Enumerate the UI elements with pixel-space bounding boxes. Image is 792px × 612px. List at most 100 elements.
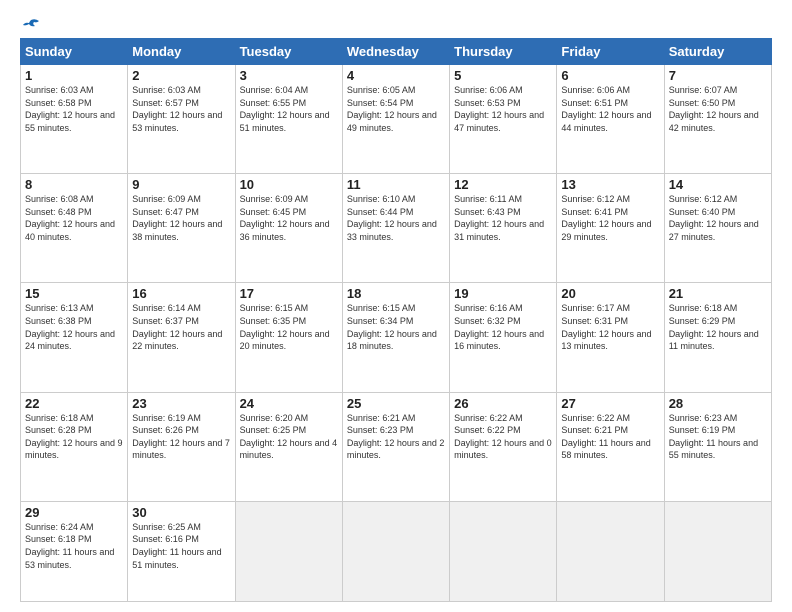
table-row: 6 Sunrise: 6:06 AMSunset: 6:51 PMDayligh…: [557, 65, 664, 174]
day-number: 9: [132, 177, 230, 192]
day-info: Sunrise: 6:22 AMSunset: 6:22 PMDaylight:…: [454, 413, 552, 461]
day-number: 30: [132, 505, 230, 520]
table-row: 4 Sunrise: 6:05 AMSunset: 6:54 PMDayligh…: [342, 65, 449, 174]
day-number: 22: [25, 396, 123, 411]
day-info: Sunrise: 6:16 AMSunset: 6:32 PMDaylight:…: [454, 303, 544, 351]
table-row: 13 Sunrise: 6:12 AMSunset: 6:41 PMDaylig…: [557, 174, 664, 283]
table-row: [235, 501, 342, 601]
day-number: 2: [132, 68, 230, 83]
day-info: Sunrise: 6:12 AMSunset: 6:40 PMDaylight:…: [669, 194, 759, 242]
day-info: Sunrise: 6:15 AMSunset: 6:35 PMDaylight:…: [240, 303, 330, 351]
day-number: 18: [347, 286, 445, 301]
day-number: 8: [25, 177, 123, 192]
day-number: 19: [454, 286, 552, 301]
day-number: 29: [25, 505, 123, 520]
day-info: Sunrise: 6:03 AMSunset: 6:57 PMDaylight:…: [132, 85, 222, 133]
day-info: Sunrise: 6:24 AMSunset: 6:18 PMDaylight:…: [25, 522, 114, 570]
logo: [20, 18, 42, 32]
day-info: Sunrise: 6:18 AMSunset: 6:28 PMDaylight:…: [25, 413, 123, 461]
day-info: Sunrise: 6:17 AMSunset: 6:31 PMDaylight:…: [561, 303, 651, 351]
table-row: [342, 501, 449, 601]
col-thursday: Thursday: [450, 39, 557, 65]
col-tuesday: Tuesday: [235, 39, 342, 65]
day-number: 5: [454, 68, 552, 83]
col-saturday: Saturday: [664, 39, 771, 65]
day-info: Sunrise: 6:06 AMSunset: 6:53 PMDaylight:…: [454, 85, 544, 133]
day-info: Sunrise: 6:08 AMSunset: 6:48 PMDaylight:…: [25, 194, 115, 242]
table-row: 30 Sunrise: 6:25 AMSunset: 6:16 PMDaylig…: [128, 501, 235, 601]
day-info: Sunrise: 6:25 AMSunset: 6:16 PMDaylight:…: [132, 522, 221, 570]
day-number: 20: [561, 286, 659, 301]
table-row: 5 Sunrise: 6:06 AMSunset: 6:53 PMDayligh…: [450, 65, 557, 174]
day-info: Sunrise: 6:13 AMSunset: 6:38 PMDaylight:…: [25, 303, 115, 351]
table-row: 15 Sunrise: 6:13 AMSunset: 6:38 PMDaylig…: [21, 283, 128, 392]
table-row: [557, 501, 664, 601]
day-info: Sunrise: 6:06 AMSunset: 6:51 PMDaylight:…: [561, 85, 651, 133]
day-number: 1: [25, 68, 123, 83]
col-monday: Monday: [128, 39, 235, 65]
day-number: 15: [25, 286, 123, 301]
day-number: 21: [669, 286, 767, 301]
table-row: 12 Sunrise: 6:11 AMSunset: 6:43 PMDaylig…: [450, 174, 557, 283]
table-row: 20 Sunrise: 6:17 AMSunset: 6:31 PMDaylig…: [557, 283, 664, 392]
logo-bird-icon: [21, 18, 41, 34]
day-info: Sunrise: 6:09 AMSunset: 6:45 PMDaylight:…: [240, 194, 330, 242]
day-info: Sunrise: 6:04 AMSunset: 6:55 PMDaylight:…: [240, 85, 330, 133]
day-info: Sunrise: 6:20 AMSunset: 6:25 PMDaylight:…: [240, 413, 338, 461]
day-info: Sunrise: 6:07 AMSunset: 6:50 PMDaylight:…: [669, 85, 759, 133]
day-number: 13: [561, 177, 659, 192]
day-info: Sunrise: 6:09 AMSunset: 6:47 PMDaylight:…: [132, 194, 222, 242]
table-row: 29 Sunrise: 6:24 AMSunset: 6:18 PMDaylig…: [21, 501, 128, 601]
day-info: Sunrise: 6:11 AMSunset: 6:43 PMDaylight:…: [454, 194, 544, 242]
col-friday: Friday: [557, 39, 664, 65]
table-row: 11 Sunrise: 6:10 AMSunset: 6:44 PMDaylig…: [342, 174, 449, 283]
day-info: Sunrise: 6:23 AMSunset: 6:19 PMDaylight:…: [669, 413, 758, 461]
day-info: Sunrise: 6:22 AMSunset: 6:21 PMDaylight:…: [561, 413, 650, 461]
table-row: 28 Sunrise: 6:23 AMSunset: 6:19 PMDaylig…: [664, 392, 771, 501]
table-row: [664, 501, 771, 601]
day-info: Sunrise: 6:15 AMSunset: 6:34 PMDaylight:…: [347, 303, 437, 351]
calendar-page: Sunday Monday Tuesday Wednesday Thursday…: [0, 0, 792, 612]
table-row: 1 Sunrise: 6:03 AMSunset: 6:58 PMDayligh…: [21, 65, 128, 174]
table-row: 16 Sunrise: 6:14 AMSunset: 6:37 PMDaylig…: [128, 283, 235, 392]
day-number: 26: [454, 396, 552, 411]
table-row: 23 Sunrise: 6:19 AMSunset: 6:26 PMDaylig…: [128, 392, 235, 501]
table-row: 8 Sunrise: 6:08 AMSunset: 6:48 PMDayligh…: [21, 174, 128, 283]
day-number: 7: [669, 68, 767, 83]
calendar-week-row: 1 Sunrise: 6:03 AMSunset: 6:58 PMDayligh…: [21, 65, 772, 174]
table-row: 9 Sunrise: 6:09 AMSunset: 6:47 PMDayligh…: [128, 174, 235, 283]
day-info: Sunrise: 6:19 AMSunset: 6:26 PMDaylight:…: [132, 413, 230, 461]
day-info: Sunrise: 6:05 AMSunset: 6:54 PMDaylight:…: [347, 85, 437, 133]
calendar-week-row: 8 Sunrise: 6:08 AMSunset: 6:48 PMDayligh…: [21, 174, 772, 283]
calendar-week-row: 15 Sunrise: 6:13 AMSunset: 6:38 PMDaylig…: [21, 283, 772, 392]
table-row: 26 Sunrise: 6:22 AMSunset: 6:22 PMDaylig…: [450, 392, 557, 501]
day-number: 25: [347, 396, 445, 411]
day-number: 28: [669, 396, 767, 411]
table-row: 27 Sunrise: 6:22 AMSunset: 6:21 PMDaylig…: [557, 392, 664, 501]
table-row: 19 Sunrise: 6:16 AMSunset: 6:32 PMDaylig…: [450, 283, 557, 392]
day-number: 4: [347, 68, 445, 83]
day-number: 17: [240, 286, 338, 301]
calendar-header-row: Sunday Monday Tuesday Wednesday Thursday…: [21, 39, 772, 65]
day-info: Sunrise: 6:03 AMSunset: 6:58 PMDaylight:…: [25, 85, 115, 133]
table-row: 24 Sunrise: 6:20 AMSunset: 6:25 PMDaylig…: [235, 392, 342, 501]
table-row: 22 Sunrise: 6:18 AMSunset: 6:28 PMDaylig…: [21, 392, 128, 501]
day-info: Sunrise: 6:21 AMSunset: 6:23 PMDaylight:…: [347, 413, 445, 461]
calendar-week-row: 22 Sunrise: 6:18 AMSunset: 6:28 PMDaylig…: [21, 392, 772, 501]
day-number: 27: [561, 396, 659, 411]
day-info: Sunrise: 6:18 AMSunset: 6:29 PMDaylight:…: [669, 303, 759, 351]
table-row: 21 Sunrise: 6:18 AMSunset: 6:29 PMDaylig…: [664, 283, 771, 392]
day-number: 10: [240, 177, 338, 192]
day-number: 14: [669, 177, 767, 192]
day-number: 11: [347, 177, 445, 192]
day-number: 16: [132, 286, 230, 301]
table-row: 18 Sunrise: 6:15 AMSunset: 6:34 PMDaylig…: [342, 283, 449, 392]
col-wednesday: Wednesday: [342, 39, 449, 65]
day-info: Sunrise: 6:10 AMSunset: 6:44 PMDaylight:…: [347, 194, 437, 242]
table-row: 17 Sunrise: 6:15 AMSunset: 6:35 PMDaylig…: [235, 283, 342, 392]
calendar-week-row: 29 Sunrise: 6:24 AMSunset: 6:18 PMDaylig…: [21, 501, 772, 601]
day-number: 6: [561, 68, 659, 83]
day-number: 12: [454, 177, 552, 192]
table-row: 7 Sunrise: 6:07 AMSunset: 6:50 PMDayligh…: [664, 65, 771, 174]
day-number: 3: [240, 68, 338, 83]
